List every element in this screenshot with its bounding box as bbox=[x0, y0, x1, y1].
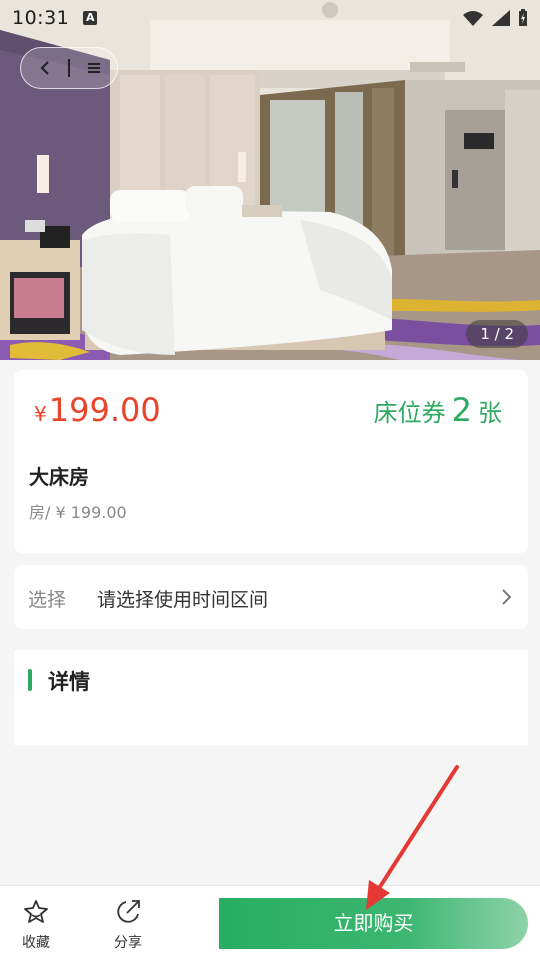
share-button[interactable]: 分享 bbox=[98, 898, 158, 952]
room-price-main: ¥199.00 bbox=[34, 390, 161, 434]
voucher-unit: 张 bbox=[478, 399, 502, 427]
chevron-left-icon bbox=[39, 61, 49, 75]
favorite-label: 收藏 bbox=[22, 935, 50, 951]
section-accent-bar bbox=[28, 669, 32, 691]
favorite-button[interactable]: 收藏 bbox=[6, 898, 66, 952]
wifi-icon bbox=[463, 11, 483, 26]
menu-button[interactable] bbox=[70, 48, 117, 88]
bed-voucher: 床位券 2 张 bbox=[374, 392, 502, 431]
room-info-card: ¥199.00 床位券 2 张 大床房 房/ ¥ 199.00 bbox=[14, 370, 528, 553]
select-time-range-row[interactable]: 选择 请选择使用时间区间 bbox=[14, 565, 528, 629]
image-pager: 1 / 2 bbox=[466, 320, 528, 348]
buy-now-button[interactable]: 立即购买 bbox=[219, 898, 528, 949]
status-indicators bbox=[462, 9, 528, 27]
battery-charging-icon bbox=[519, 9, 527, 26]
status-time: 10:31 bbox=[12, 7, 70, 29]
voucher-count: 2 bbox=[451, 391, 472, 429]
star-icon bbox=[24, 900, 48, 923]
hamburger-menu-icon bbox=[87, 63, 100, 73]
room-photo[interactable]: 10:31 A 1 / 2 bbox=[0, 0, 540, 360]
currency-symbol: ¥ bbox=[34, 402, 47, 426]
share-label: 分享 bbox=[114, 935, 142, 951]
chevron-right-icon bbox=[502, 589, 512, 605]
details-title: 详情 bbox=[48, 670, 90, 694]
room-unit-price: 房/ ¥ 199.00 bbox=[29, 503, 127, 522]
back-button[interactable] bbox=[21, 48, 68, 88]
bottom-action-bar: 收藏 分享 立即购买 bbox=[0, 885, 540, 960]
share-icon bbox=[117, 900, 140, 923]
details-section: 详情 bbox=[14, 650, 528, 745]
voucher-label: 床位券 bbox=[373, 399, 446, 427]
price-value: 199.00 bbox=[48, 391, 161, 429]
signal-icon bbox=[492, 10, 510, 26]
notification-a-icon: A bbox=[83, 11, 98, 25]
select-value: 请选择使用时间区间 bbox=[97, 589, 269, 611]
nav-capsule bbox=[20, 47, 118, 89]
select-label: 选择 bbox=[28, 589, 67, 611]
status-bar: 10:31 A bbox=[0, 0, 540, 36]
room-name: 大床房 bbox=[29, 465, 89, 489]
